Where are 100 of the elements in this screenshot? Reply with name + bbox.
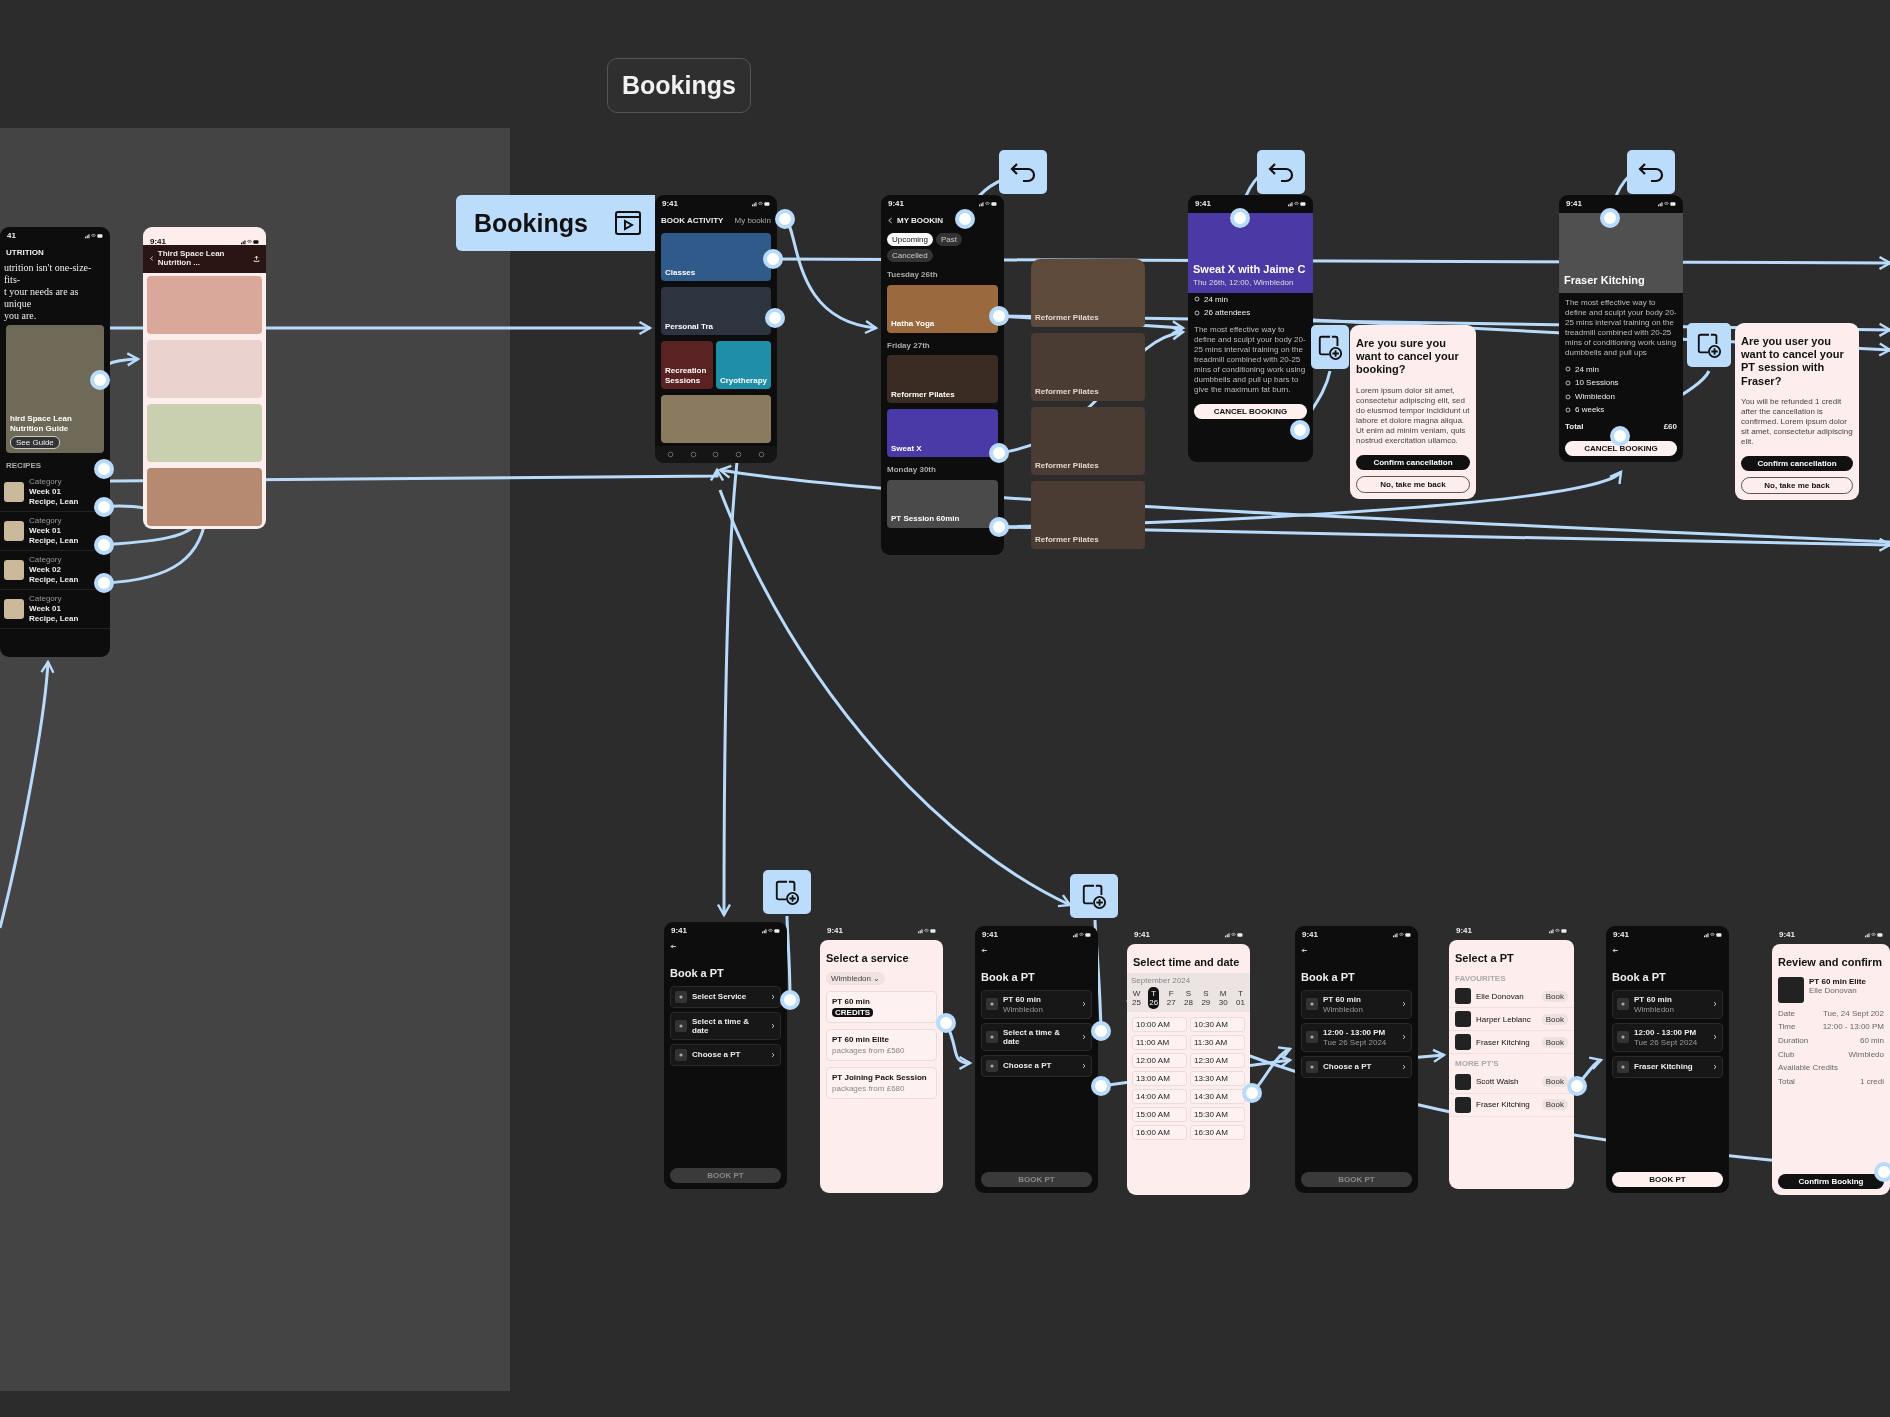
time-slot[interactable]: 15:00 AM (1132, 1107, 1187, 1123)
hotspot-dot[interactable] (1242, 1083, 1262, 1103)
photo-card[interactable]: Recreation Sessions (661, 341, 713, 390)
photo-card[interactable]: Hatha Yoga (887, 284, 998, 333)
booking-step-row[interactable]: Select a time & date (981, 1022, 1092, 1051)
signal-icon (1225, 933, 1230, 938)
photo-card[interactable]: hird Space Lean Nutrition Guide See Guide (6, 325, 104, 454)
flow-start-label[interactable]: Bookings (456, 195, 655, 251)
hotspot-dot[interactable] (1567, 1076, 1587, 1096)
time-slot[interactable]: 10:00 AM (1132, 1017, 1187, 1033)
time-slot[interactable]: 16:30 AM (1190, 1125, 1245, 1141)
photo-card[interactable]: Sweat X (887, 409, 998, 458)
booking-step-row[interactable]: Choose a PT (670, 1043, 781, 1066)
time-slot[interactable]: 14:30 AM (1190, 1089, 1245, 1105)
date-option[interactable]: M 30 (1217, 987, 1229, 1010)
photo-card[interactable]: Reformer Pilates (1031, 407, 1145, 475)
hotspot-dot[interactable] (955, 209, 975, 229)
hotspot-dot[interactable] (989, 517, 1009, 537)
booking-step-row[interactable]: Fraser Kitching (1612, 1055, 1723, 1078)
service-option[interactable]: PT Joining Pack Session packages from £680 (826, 1066, 937, 1099)
hotspot-dot[interactable] (936, 1013, 956, 1033)
filter-chip[interactable]: Past (936, 233, 963, 247)
book-button[interactable]: Book (1541, 990, 1568, 1002)
hotspot-dot[interactable] (989, 306, 1009, 326)
filter-chip[interactable]: Cancelled (887, 249, 933, 263)
back-action-badge[interactable] (1627, 150, 1675, 194)
hotspot-dot[interactable] (94, 535, 114, 555)
trainer-name: Fraser Kitching (1476, 1037, 1530, 1048)
booking-step-row[interactable]: Choose a PT (1301, 1055, 1412, 1078)
booking-step-row[interactable]: PT 60 min Wimbledon (1301, 989, 1412, 1019)
date-option[interactable]: W 25 (1131, 987, 1142, 1010)
hotspot-dot[interactable] (1290, 420, 1310, 440)
booking-step-row[interactable]: PT 60 min Wimbledon (981, 989, 1092, 1019)
date-option[interactable]: S 28 (1183, 987, 1194, 1010)
time-slot[interactable]: 13:30 AM (1190, 1071, 1245, 1087)
book-button[interactable]: Book (1541, 1076, 1568, 1088)
date-option[interactable]: S 29 (1200, 987, 1212, 1010)
service-option[interactable]: PT 60 min CREDITS (826, 990, 937, 1023)
hotspot-dot[interactable] (1600, 208, 1620, 228)
overlay-action-badge[interactable] (763, 870, 811, 914)
time-slot[interactable]: 14:00 AM (1132, 1089, 1187, 1105)
hotspot-dot[interactable] (1230, 208, 1250, 228)
hotspot-dot[interactable] (1610, 426, 1630, 446)
overlay-action-badge[interactable] (1687, 323, 1731, 367)
photo-card[interactable]: Personal Tra (661, 287, 771, 336)
hero-subtitle: Thu 26th, 12:00, Wimbledon (1193, 278, 1295, 288)
hotspot-dot[interactable] (775, 209, 795, 229)
photo-card[interactable]: PT Session 60min (887, 479, 998, 528)
date-option[interactable]: F 27 (1165, 987, 1177, 1010)
hotspot-dot[interactable] (94, 497, 114, 517)
time-slot[interactable]: 13:00 AM (1132, 1071, 1187, 1087)
filter-chip[interactable]: Wimbledon ⌄ (826, 971, 886, 985)
hotspot-dot[interactable] (94, 573, 114, 593)
action-button[interactable]: Confirm cancellation (1741, 455, 1853, 471)
book-button[interactable]: Book (1541, 1013, 1568, 1025)
photo-card[interactable]: Reformer Pilates (887, 355, 998, 404)
description-text: Lorem ipsum dolor sit amet, consectetur adipiscing elit, sed do eiusmod tempor incididunt ut labore et dolore magna aliqua. Ut enim ad minim veniam, quis nostrud exercitation ullamco. (1355, 384, 1471, 447)
overlay-action-badge[interactable] (1311, 325, 1349, 369)
hotspot-dot[interactable] (1091, 1076, 1111, 1096)
booking-step-row[interactable]: 12:00 - 13:00 PM Tue 26 Sept 2024 (1612, 1022, 1723, 1052)
time-slot[interactable]: 16:00 AM (1132, 1125, 1187, 1141)
booking-step-row[interactable]: Select Service (670, 985, 781, 1008)
hotspot-dot[interactable] (763, 249, 783, 269)
action-button[interactable]: Confirm Booking (1778, 1174, 1884, 1189)
hotspot-dot[interactable] (90, 370, 110, 390)
photo-card[interactable]: Reformer Pilates (1031, 333, 1145, 401)
booking-step-row[interactable]: Choose a PT (981, 1054, 1092, 1077)
book-button[interactable]: Book (1541, 1036, 1568, 1048)
see-guide-button[interactable]: See Guide (10, 436, 60, 450)
action-button[interactable]: Confirm cancellation (1356, 454, 1470, 470)
photo-card[interactable]: Cryotherapy (715, 341, 771, 390)
time-slot[interactable]: 10:30 AM (1190, 1017, 1245, 1033)
booking-step-row[interactable]: 12:00 - 13:00 PM Tue 26 Sept 2024 (1301, 1022, 1412, 1052)
back-action-badge[interactable] (999, 150, 1047, 194)
date-option[interactable]: T 26 (1148, 987, 1160, 1010)
booking-step-row[interactable]: Select a time & date (670, 1011, 781, 1040)
action-button[interactable]: CANCEL BOOKING (1565, 440, 1677, 456)
back-action-badge[interactable] (1257, 150, 1305, 194)
hotspot-dot[interactable] (765, 308, 785, 328)
date-option[interactable]: T 01 (1235, 987, 1246, 1010)
hotspot-dot[interactable] (94, 459, 114, 479)
service-option[interactable]: PT 60 min Elite packages from £580 (826, 1028, 937, 1061)
photo-card[interactable]: Classes (661, 233, 771, 282)
overlay-action-badge[interactable] (1070, 874, 1118, 918)
time-slot[interactable]: 11:00 AM (1132, 1035, 1187, 1051)
filter-chip[interactable]: Upcoming (887, 233, 933, 247)
hotspot-dot[interactable] (989, 443, 1009, 463)
photo-card[interactable]: Reformer Pilates (1031, 259, 1145, 327)
hotspot-dot[interactable] (1091, 1021, 1111, 1041)
time-slot[interactable]: 11:30 AM (1190, 1035, 1245, 1051)
book-button[interactable]: Book (1541, 1099, 1568, 1111)
action-button[interactable]: CANCEL BOOKING (1194, 403, 1307, 419)
photo-card[interactable]: Reformer Pilates (1031, 481, 1145, 549)
hotspot-dot[interactable] (780, 990, 800, 1010)
booking-step-row[interactable]: PT 60 min Wimbledon (1612, 989, 1723, 1019)
my-bookings-link[interactable]: My bookin (734, 215, 771, 226)
action-button[interactable]: BOOK PT (1612, 1172, 1723, 1187)
time-slot[interactable]: 15:30 AM (1190, 1107, 1245, 1123)
time-slot[interactable]: 12:30 AM (1190, 1053, 1245, 1069)
time-slot[interactable]: 12:00 AM (1132, 1053, 1187, 1069)
